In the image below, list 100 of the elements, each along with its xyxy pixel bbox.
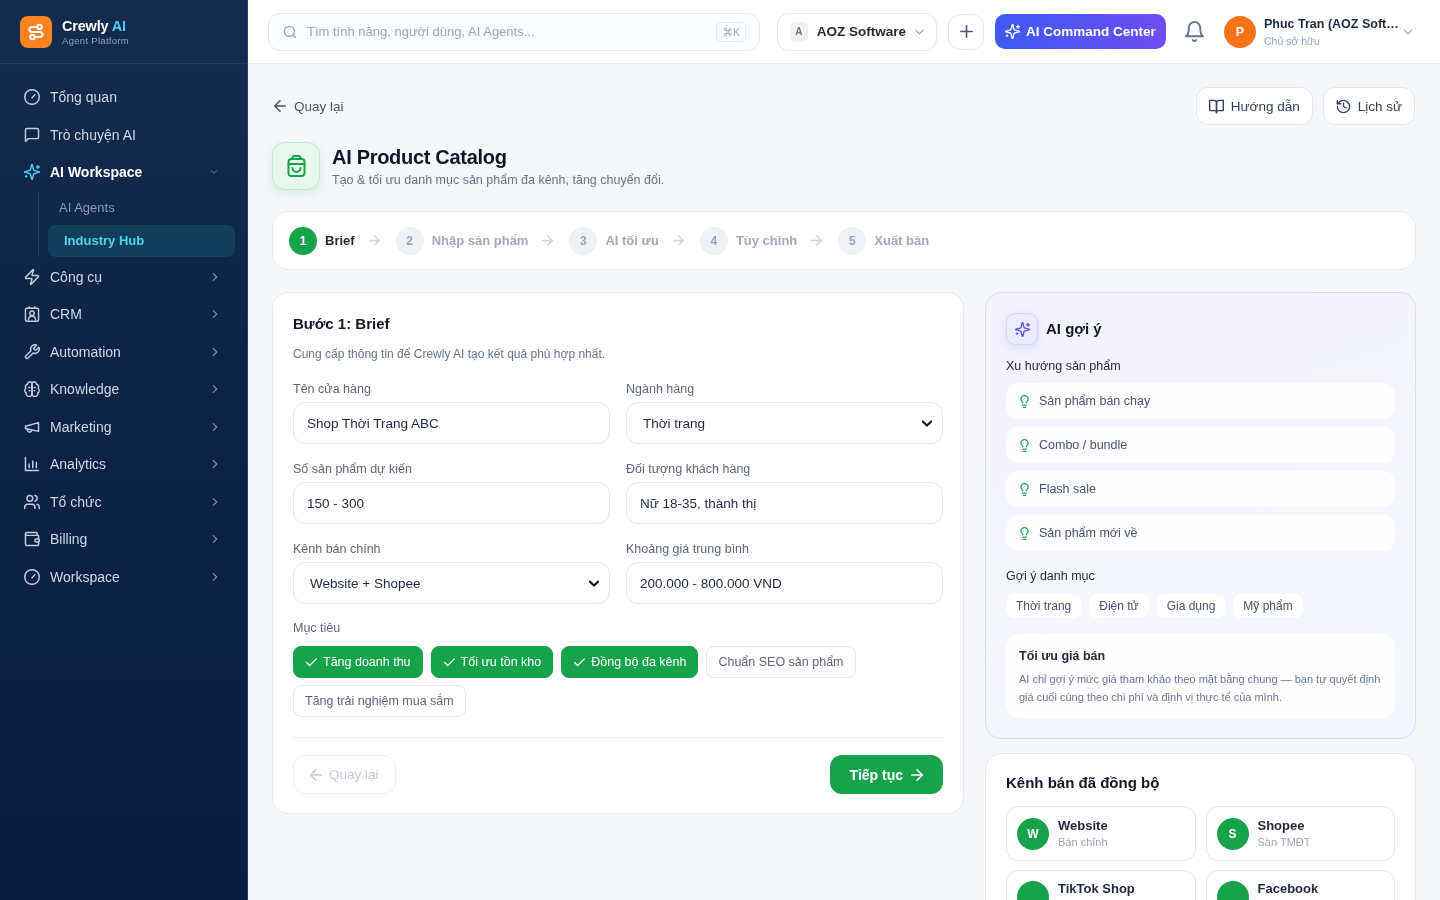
chevron-down-icon [589,579,599,587]
command-center-button[interactable]: AI Command Center [995,14,1166,49]
field-label: Đối tượng khách hàng [626,461,752,477]
trend-item[interactable]: Sản phẩm bán chạy [1006,383,1395,419]
brand-tagline: Agent Platform [62,34,130,46]
logo-icon [20,15,52,48]
nav-item[interactable]: Tổ chức [12,483,235,520]
nav-item[interactable]: Analytics [12,446,235,482]
channel-name: Shopee [1257,818,1306,834]
lightbulb-icon [1020,438,1029,452]
form-title: Bước 1: Brief [293,315,391,333]
category-tag[interactable]: Thời trang [1006,594,1082,618]
category-tag[interactable]: Mỹ phẩm [1233,594,1303,618]
shopping-bag-icon [286,155,306,177]
check-icon [574,657,586,667]
nav-item[interactable]: Billing [12,521,235,557]
step-label: Brief [325,233,355,248]
chevron-down-icon[interactable] [1403,28,1413,35]
chevron-down-icon [922,419,932,427]
plus-icon [959,25,973,38]
channel-note: Bán chính [1058,835,1108,849]
page-subtitle: Tạo & tối ưu danh mục sản phẩm đa kênh, tăng chuyển đổi. [332,173,665,187]
select-field[interactable]: Website + Shopee [293,562,610,604]
check-icon [443,657,455,667]
chevron-down-icon [915,28,924,35]
wallet-icon [24,531,40,547]
chat-bubble-icon [24,126,40,143]
tip-text: AI chỉ gợi ý mức giá tham khảo theo mặt bằng chung — bạn tự quyết định giá cuối cùng theo chi phí và định vị thực tế của mình. [1019,672,1382,705]
sparkle-icon [24,164,40,180]
form-description: Cung cấp thông tin để Crewly AI tạo kết quả phù hợp nhất. [293,346,607,362]
nav-subitem[interactable]: AI Agents [48,191,235,224]
field-label: Mục tiêu [293,620,342,636]
arrow-left-icon [274,100,286,112]
channels-title: Kênh bán đã đồng bộ [1006,774,1161,792]
notification-bell-icon[interactable] [1184,21,1204,42]
text-field[interactable]: Nữ 18-35, thành thị [626,482,943,524]
nav-item[interactable]: Automation [12,333,235,370]
nav-subitem[interactable]: Industry Hub [48,224,235,257]
section-heading: Xu hướng sản phẩm [1006,358,1122,374]
step-label: Xuất bản [874,233,930,248]
category-tag[interactable]: Gia dụng [1156,594,1226,618]
trend-item[interactable]: Sản phẩm mới về [1006,515,1395,551]
step-number: 1 [289,226,317,255]
workspace-selector[interactable]: A AOZ Software [777,12,937,51]
text-field[interactable]: Shop Thời Trang ABC [293,402,610,444]
step-label: Tùy chỉnh [735,233,798,248]
nav-item[interactable]: AI Workspace [12,154,235,190]
workspace-avatar: A [790,21,808,42]
brain-icon [24,381,40,397]
channel-card[interactable]: W Website Bán chính [1006,806,1196,861]
arrow-right-icon [368,235,380,246]
step-number: 3 [569,226,598,255]
channel-card[interactable]: TikTok Shop [1006,870,1196,900]
nav-item[interactable]: Trò chuyện AI [12,116,235,153]
channel-card[interactable]: S Shopee Sàn TMĐT [1205,806,1395,861]
category-tag[interactable]: Điện tử [1089,594,1149,618]
text-field[interactable]: 200.000 - 800.000 VND [626,562,943,604]
arrow-right-icon [911,768,923,781]
trend-item[interactable]: Combo / bundle [1006,427,1395,463]
arrow-right-icon [811,235,823,246]
field-label: Kênh bán chính [293,541,382,557]
users-icon [24,493,40,510]
nav-item[interactable]: Workspace [12,558,235,595]
field-label: Khoảng giá trung bình [626,541,751,557]
trend-item[interactable]: Flash sale [1006,471,1395,507]
add-button[interactable] [948,13,984,50]
sparkle-icon [1006,313,1038,345]
goal-chip[interactable]: Chuẩn SEO sản phẩm [706,646,856,678]
channel-avatar: W [1017,817,1049,850]
step[interactable]: 1 Brief [289,226,355,255]
lightning-icon [24,268,40,285]
step-number: 2 [395,226,424,255]
nav-item[interactable]: Công cụ [12,258,235,295]
section-heading: Gợi ý danh mục [1006,568,1096,584]
sparkle-icon [1005,24,1020,39]
user-role: Chủ sở hữu [1264,33,1321,48]
channel-name: Facebook [1257,881,1319,897]
goal-chip[interactable]: Tăng trải nghiệm mua sắm [293,685,466,717]
back-link[interactable]: Quay lại [274,98,344,114]
header-action-button[interactable]: Lịch sử [1322,87,1415,125]
lightbulb-icon [1020,482,1029,496]
check-icon [306,657,317,667]
arrow-left-icon [310,768,322,781]
step-number: 5 [838,226,867,255]
header-action-button[interactable]: Hướng dẫn [1195,87,1313,125]
search-icon [283,24,297,39]
nav-item[interactable]: Knowledge [12,371,235,407]
channel-name: Website [1058,818,1108,834]
field-label: Số sản phẩm dự kiến [293,461,413,477]
nav-item[interactable]: Marketing [12,408,235,445]
channel-card[interactable]: Facebook [1205,870,1395,900]
select-field[interactable]: Thời trang [626,402,943,444]
text-field[interactable]: 150 - 300 [293,482,610,524]
channel-note: Sàn TMĐT [1257,835,1311,849]
nav-item[interactable]: Tổng quan [12,79,235,115]
contact-card-icon [24,306,40,322]
nav-item[interactable]: CRM [12,296,235,332]
bar-chart-icon [24,456,40,472]
lightbulb-icon [1020,394,1029,408]
history-icon [1335,98,1351,114]
